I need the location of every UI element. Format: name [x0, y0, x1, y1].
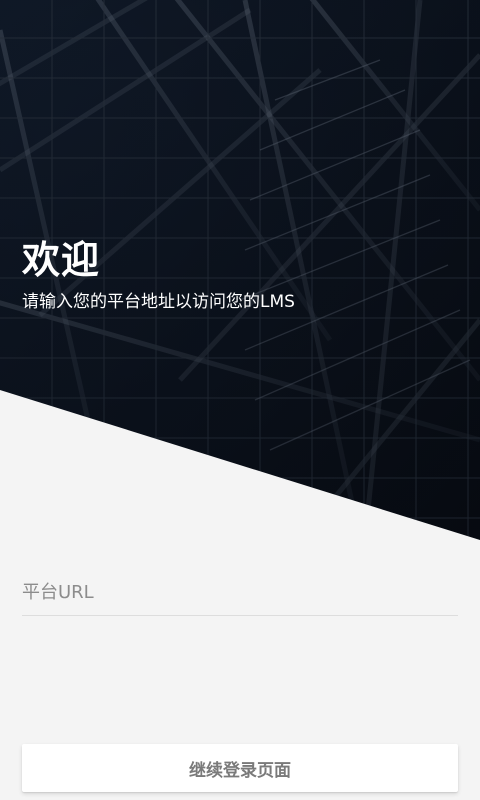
welcome-title: 欢迎 — [22, 238, 101, 282]
platform-url-input[interactable] — [22, 570, 458, 616]
welcome-subtitle: 请输入您的平台地址以访问您的LMS — [22, 292, 295, 312]
continue-login-button[interactable]: 继续登录页面 — [22, 744, 458, 792]
login-platform-screen: 欢迎 请输入您的平台地址以访问您的LMS 继续登录页面 — [0, 0, 480, 800]
